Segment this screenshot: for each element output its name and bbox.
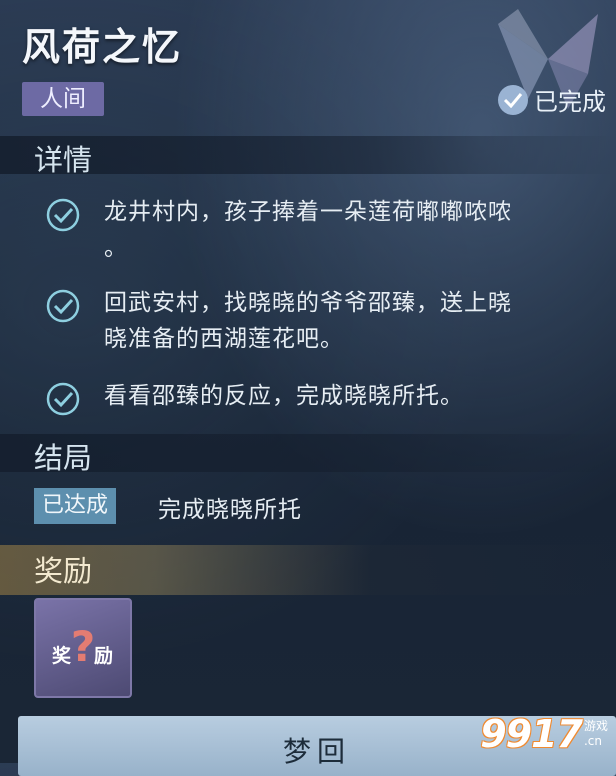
- site-watermark-logo: 9917 游戏 .cn: [480, 712, 608, 756]
- reward-item-label-right: 励: [94, 645, 114, 667]
- reward-mystery-icon: ? 奖 励: [50, 615, 116, 681]
- quest-status-label: 已完成: [534, 88, 606, 116]
- detail-item-2: 回武安村，找晓晓的爷爷邵臻，送上晓 晓准备的西湖莲花吧。: [44, 285, 614, 357]
- watermark-line-1: 游戏: [583, 719, 608, 733]
- reward-item-label-left: 奖: [52, 645, 72, 667]
- check-circle-icon: [46, 382, 80, 416]
- achieved-badge: 已达成: [34, 488, 117, 524]
- reward-heading: 奖励: [34, 554, 93, 588]
- details-header-band: [0, 136, 616, 174]
- check-circle-icon: [46, 198, 80, 232]
- check-circle-icon: [46, 289, 80, 323]
- quest-status: 已完成: [498, 82, 606, 117]
- detail-item-3: 看看邵臻的反应，完成晓晓所托。: [44, 378, 614, 418]
- reward-header-band: [0, 545, 616, 595]
- detail-3-line-1: 看看邵臻的反应，完成晓晓所托。: [104, 383, 464, 409]
- ending-header-band: [0, 434, 616, 472]
- quest-category-tag: 人间: [22, 82, 104, 116]
- watermark-line-2: .cn: [583, 734, 603, 748]
- reward-item-slot[interactable]: ? 奖 励: [34, 598, 132, 698]
- watermark-number: 9917: [480, 712, 583, 756]
- details-heading: 详情: [34, 143, 93, 177]
- ending-text: 完成晓晓所托: [158, 497, 302, 523]
- quest-title: 风荷之忆: [22, 25, 183, 69]
- detail-2-line-1: 回武安村，找晓晓的爷爷邵臻，送上晓: [104, 290, 512, 316]
- replay-button-label: 梦回: [282, 735, 351, 768]
- detail-1-line-2: 。: [104, 235, 128, 261]
- detail-2-line-2: 晓准备的西湖莲花吧。: [104, 326, 344, 352]
- completed-check-icon: [498, 84, 528, 115]
- ending-heading: 结局: [34, 441, 93, 475]
- detail-item-1: 龙井村内，孩子捧着一朵莲荷嘟嘟哝哝 。: [44, 194, 614, 266]
- detail-1-line-1: 龙井村内，孩子捧着一朵莲荷嘟嘟哝哝: [104, 199, 512, 225]
